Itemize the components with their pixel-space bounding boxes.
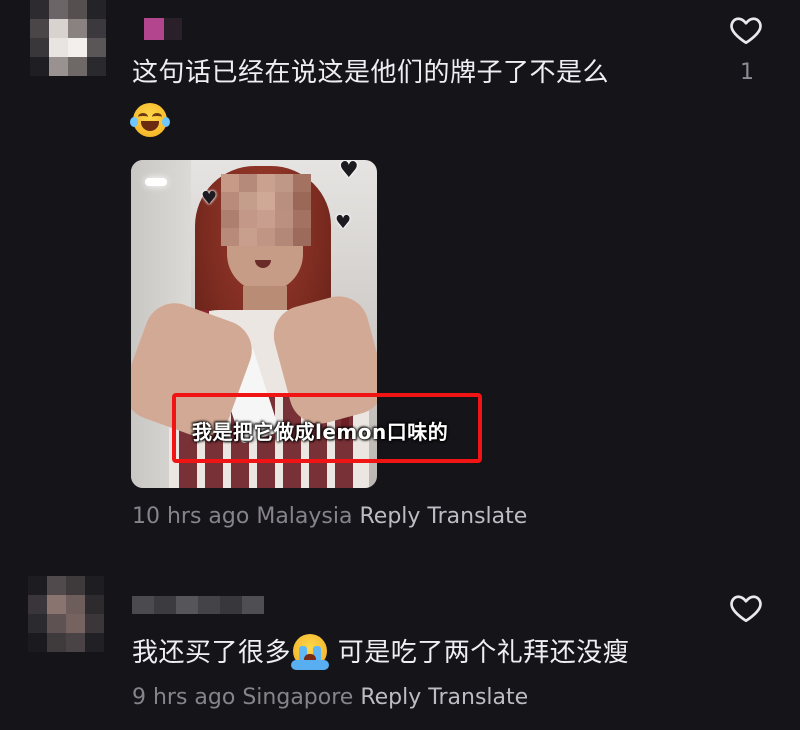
- timestamp: 10 hrs ago: [132, 504, 250, 529]
- location: Malaysia: [256, 504, 353, 529]
- loudly-crying-emoji: [291, 634, 330, 670]
- heart-outline-icon[interactable]: [728, 590, 764, 626]
- comment-meta: 10 hrs ago Malaysia Reply Translate: [132, 503, 527, 531]
- video-caption: 我是把它做成lemon口味的: [192, 420, 449, 444]
- comment-text-part: 我还买了很多: [132, 638, 292, 668]
- heart-outline-icon[interactable]: [728, 12, 764, 48]
- comment-meta: 9 hrs ago Singapore Reply Translate: [132, 684, 528, 712]
- like-count: 1: [740, 60, 754, 85]
- username-blurred[interactable]: [132, 596, 264, 614]
- timestamp: 9 hrs ago: [132, 685, 236, 710]
- avatar[interactable]: [30, 0, 106, 76]
- translate-button[interactable]: Translate: [427, 504, 527, 529]
- reply-button[interactable]: Reply: [359, 504, 420, 529]
- username-blurred[interactable]: [144, 18, 182, 40]
- face-pixelation: [221, 174, 311, 246]
- heart-sticker-icon: ♥: [339, 160, 359, 183]
- heart-sticker-icon: ♥: [201, 188, 218, 209]
- laughing-with-tears-emoji: [130, 103, 170, 137]
- comment-text: 我还买了很多 可是吃了两个礼拜还没瘦: [132, 634, 629, 670]
- location: Singapore: [242, 685, 354, 710]
- heart-sticker-icon: ♥: [335, 212, 352, 233]
- avatar[interactable]: [28, 576, 104, 652]
- comment-text: 这句话已经在说这是他们的牌子了不是么: [132, 58, 610, 88]
- comments-panel: 这句话已经在说这是他们的牌子了不是么 1 ♥ ♥ ♥ 我是把它做成lemon口味…: [0, 0, 800, 730]
- reply-button[interactable]: Reply: [360, 685, 421, 710]
- comment-text-part: 可是吃了两个礼拜还没瘦: [329, 638, 630, 668]
- translate-button[interactable]: Translate: [428, 685, 528, 710]
